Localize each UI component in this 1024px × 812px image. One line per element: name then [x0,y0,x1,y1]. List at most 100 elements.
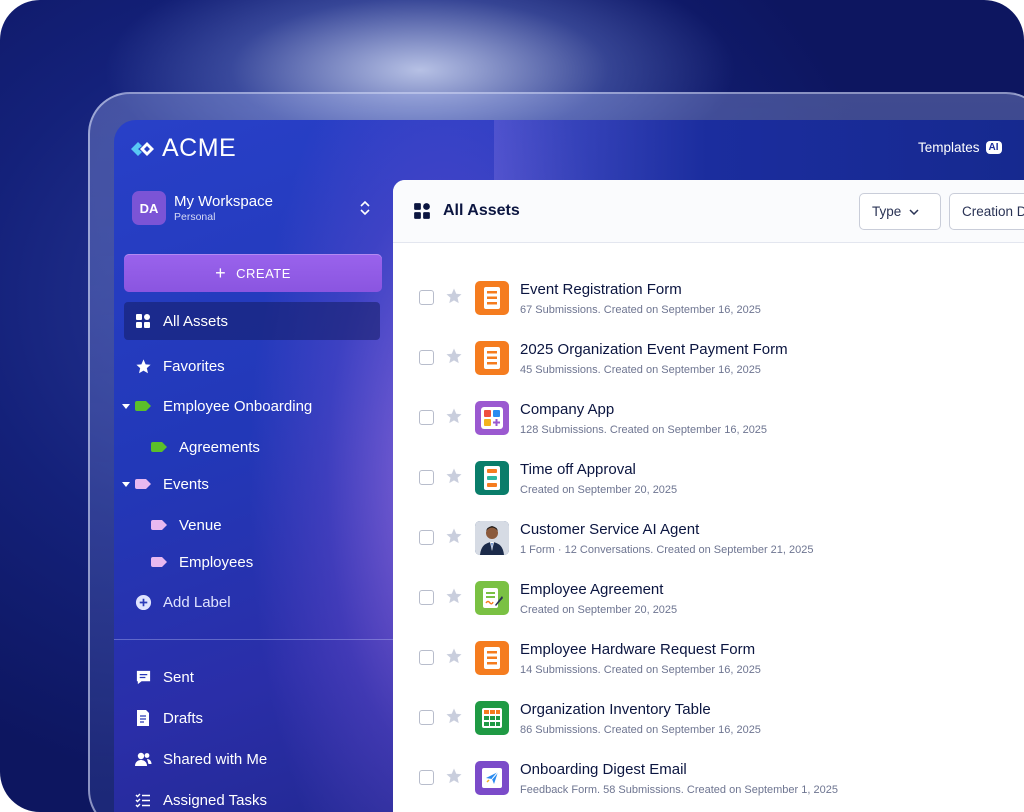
star-icon[interactable] [445,287,463,305]
label-tag-icon [149,552,169,572]
sidebar-item-label: Favorites [163,357,225,375]
sidebar-item-events[interactable]: Events [124,465,380,503]
asset-meta: Feedback Form. 58 Submissions. Created o… [520,784,838,796]
asset-row[interactable]: Customer Service AI Agent 1 Form · 12 Co… [393,504,1024,564]
asset-meta: 1 Form · 12 Conversations. Created on Se… [520,544,814,556]
creation-date-filter-dropdown[interactable]: Creation D [949,193,1024,230]
sidebar-item-label: Add Label [163,593,231,611]
star-icon [133,356,153,376]
sidebar-item-label: Events [163,475,209,493]
asset-row[interactable]: Onboarding Digest Email Feedback Form. 5… [393,744,1024,804]
sidebar-item-favorites[interactable]: Favorites [124,347,380,385]
chevron-down-icon [909,208,919,215]
sidebar-item-label: Employee Onboarding [163,397,313,415]
asset-row[interactable]: Employee Hardware Request Form 14 Submis… [393,624,1024,684]
asset-title[interactable]: Company App [520,401,614,418]
asset-title[interactable]: Event Registration Form [520,281,682,298]
row-checkbox[interactable] [419,710,434,725]
workspace-avatar: DA [132,191,166,225]
brand-name: ACME [162,134,237,162]
row-checkbox[interactable] [419,290,434,305]
agent-avatar-icon [475,521,509,555]
asset-title[interactable]: Organization Inventory Table [520,701,711,718]
star-icon[interactable] [445,407,463,425]
sidebar-item-drafts[interactable]: Drafts [124,699,380,737]
sidebar-item-label: Shared with Me [163,750,268,768]
workspace-subtitle: Personal [174,211,216,223]
sidebar-item-label: Sent [163,668,194,686]
sidebar-item-all-assets[interactable]: All Assets [124,302,380,340]
label-tag-icon [149,515,169,535]
asset-meta: 14 Submissions. Created on September 16,… [520,664,761,676]
star-icon[interactable] [445,527,463,545]
star-icon[interactable] [445,347,463,365]
draft-doc-icon [133,708,153,728]
asset-title[interactable]: Time off Approval [520,461,636,478]
asset-row[interactable]: Company App 128 Submissions. Created on … [393,384,1024,444]
asset-row[interactable]: Organization Inventory Table 86 Submissi… [393,684,1024,744]
label-tag-icon [133,474,153,494]
asset-title[interactable]: 2025 Organization Event Payment Form [520,341,788,358]
star-icon[interactable] [445,767,463,785]
create-button[interactable]: + CREATE [124,254,382,292]
sidebar-item-label: All Assets [163,312,229,330]
asset-meta: 67 Submissions. Created on September 16,… [520,304,761,316]
sidebar-item-label: Drafts [163,709,204,727]
creation-filter-label: Creation D [962,204,1024,219]
label-tag-icon [149,437,169,457]
asset-title[interactable]: Employee Agreement [520,581,663,598]
add-label-button[interactable]: Add Label [124,583,380,621]
sidebar-item-venue[interactable]: Venue [140,506,396,544]
row-checkbox[interactable] [419,350,434,365]
asset-meta: 45 Submissions. Created on September 16,… [520,364,761,376]
asset-row[interactable]: 2025 Organization Event Payment Form 45 … [393,324,1024,384]
sidebar-item-assigned-tasks[interactable]: Assigned Tasks [124,781,380,812]
row-checkbox[interactable] [419,530,434,545]
page-title: All Assets [443,202,520,219]
task-list-icon [133,790,153,810]
sidebar-item-employee-onboarding[interactable]: Employee Onboarding [124,387,380,425]
star-icon[interactable] [445,587,463,605]
chevron-up-down-icon [360,200,370,216]
asset-title[interactable]: Onboarding Digest Email [520,761,687,778]
asset-row[interactable]: Employee Agreement Created on September … [393,564,1024,624]
sidebar-item-label: Agreements [179,438,260,456]
ai-badge: AI [985,141,1002,154]
row-checkbox[interactable] [419,590,434,605]
sidebar-item-label: Assigned Tasks [163,791,267,809]
star-icon[interactable] [445,467,463,485]
templates-link[interactable]: Templates AI [918,140,1002,155]
grid-shapes-icon [414,203,430,219]
sidebar-item-agreements[interactable]: Agreements [140,428,396,466]
asset-meta: 86 Submissions. Created on September 16,… [520,724,761,736]
row-checkbox[interactable] [419,470,434,485]
sidebar-item-shared-with-me[interactable]: Shared with Me [124,740,380,778]
users-icon [133,749,153,769]
asset-row[interactable]: Time off Approval Created on September 2… [393,444,1024,504]
star-icon[interactable] [445,647,463,665]
row-checkbox[interactable] [419,650,434,665]
sidebar-item-employees[interactable]: Employees [140,543,396,581]
chat-bubble-icon [133,667,153,687]
app-icon [475,401,509,435]
workspace-switcher[interactable]: DA My Workspace Personal [132,190,382,226]
form-icon [475,341,509,375]
templates-label: Templates [918,140,980,155]
sidebar-item-label: Employees [179,553,254,571]
sidebar-item-sent[interactable]: Sent [124,658,380,696]
star-icon[interactable] [445,707,463,725]
asset-meta: Created on September 20, 2025 [520,484,678,496]
row-checkbox[interactable] [419,770,434,785]
email-send-icon [475,761,509,795]
asset-title[interactable]: Employee Hardware Request Form [520,641,755,658]
create-label: CREATE [236,265,291,281]
type-filter-dropdown[interactable]: Type [859,193,941,230]
asset-row[interactable]: Event Registration Form 67 Submissions. … [393,264,1024,324]
assets-panel: All Assets Type Creation D Event Registr… [393,180,1024,812]
brand-logo[interactable]: ACME [128,134,236,163]
grid-shapes-icon [133,311,153,331]
sidebar-divider [114,639,398,640]
workspace-title: My Workspace [174,193,273,210]
asset-title[interactable]: Customer Service AI Agent [520,521,699,538]
row-checkbox[interactable] [419,410,434,425]
